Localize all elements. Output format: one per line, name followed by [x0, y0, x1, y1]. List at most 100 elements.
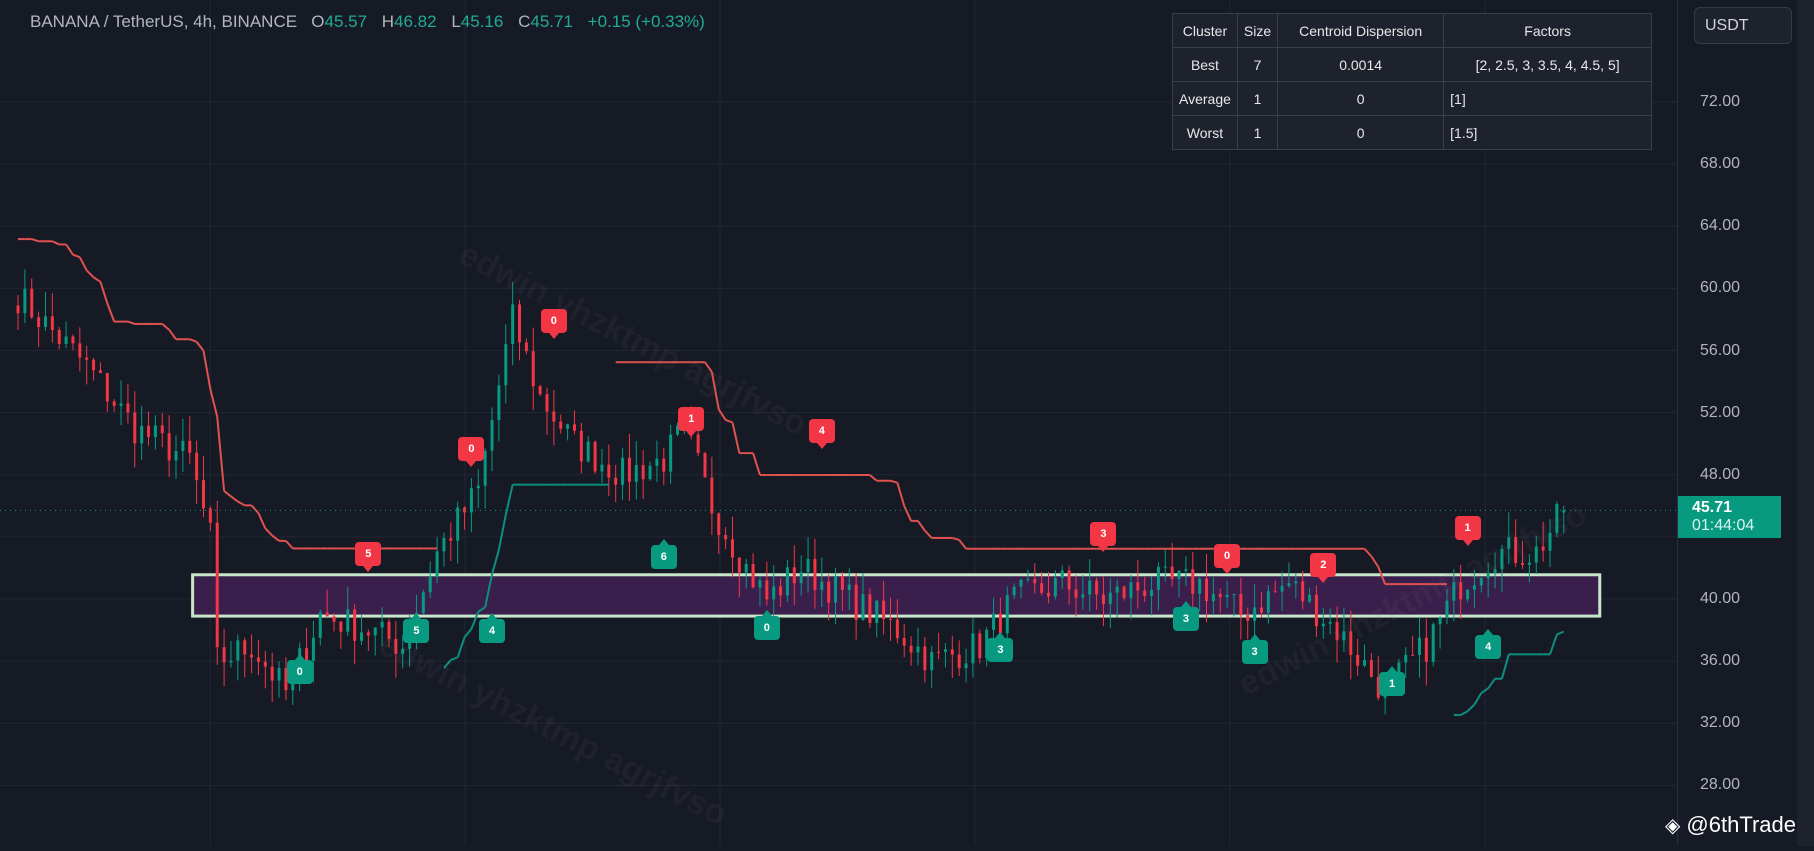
- candle-body: [44, 316, 47, 327]
- cluster-table: Cluster Size Centroid Dispersion Factors…: [1172, 13, 1652, 150]
- candle-body: [607, 465, 610, 478]
- candle-body: [566, 424, 569, 428]
- supertrend-bear-line: [224, 491, 231, 496]
- candle-body: [449, 538, 452, 541]
- candle-body: [992, 614, 995, 630]
- candle-body: [573, 424, 576, 430]
- candle-body: [1198, 579, 1201, 594]
- candle-body: [1129, 582, 1132, 598]
- currency-button[interactable]: USDT: [1694, 7, 1792, 44]
- candle-body: [497, 385, 500, 420]
- price-tick: 64.00: [1700, 217, 1740, 235]
- candle-body: [1281, 586, 1284, 592]
- price-tick: 52.00: [1700, 404, 1740, 422]
- candle-body: [793, 567, 796, 583]
- buy-signal-label: 4: [1475, 635, 1501, 659]
- candle-body: [1294, 581, 1297, 583]
- supertrend-bear-line: [959, 540, 966, 549]
- cell: [1]: [1444, 82, 1652, 116]
- candle-body: [786, 567, 789, 595]
- supertrend-bear-line: [73, 255, 80, 258]
- candle-body: [133, 413, 136, 444]
- candle-body: [65, 336, 68, 343]
- candle-body: [353, 609, 356, 640]
- candle-body: [1143, 591, 1146, 596]
- candle-body: [971, 633, 974, 663]
- supertrend-bear-line: [252, 505, 259, 513]
- supertrend-bear-line: [1371, 556, 1378, 567]
- supertrend-bull-line: [1557, 632, 1564, 635]
- candle-body: [1026, 579, 1029, 580]
- candle-body: [525, 342, 528, 351]
- candle-body: [1287, 583, 1290, 586]
- candle-body: [965, 663, 968, 668]
- candle-body: [1157, 567, 1160, 590]
- candle-body: [181, 441, 184, 451]
- supertrend-bull-line: [1468, 705, 1475, 712]
- candle-body: [1432, 624, 1435, 662]
- candle-body: [1068, 570, 1071, 589]
- candle-body: [1020, 580, 1023, 587]
- price-tick: 28.00: [1700, 776, 1740, 794]
- symbol-legend[interactable]: BANANA / TetherUS, 4h, BINANCE O45.57 H4…: [30, 12, 715, 32]
- candle-body: [587, 442, 590, 462]
- candle-body: [1088, 581, 1091, 595]
- col-size: Size: [1237, 14, 1277, 48]
- supertrend-bear-line: [238, 502, 245, 506]
- candle-body: [704, 453, 707, 477]
- candle-body: [470, 488, 473, 512]
- candle-body: [710, 477, 713, 513]
- supertrend-bear-line: [128, 322, 135, 324]
- candle-body: [848, 585, 851, 590]
- candle-body: [882, 601, 885, 619]
- candle-body: [758, 580, 761, 587]
- candle-body: [820, 582, 823, 590]
- cell: [2, 2.5, 3, 3.5, 4, 4.5, 5]: [1444, 48, 1652, 82]
- brand-badge: ◈@6thTrade: [1665, 812, 1796, 838]
- candle-body: [1074, 590, 1077, 598]
- candle-body: [1411, 655, 1414, 656]
- candle-body: [1171, 567, 1174, 579]
- candle-body: [642, 465, 645, 479]
- supertrend-bull-line: [506, 485, 513, 515]
- candle-body: [1123, 587, 1126, 598]
- candle-body: [195, 453, 198, 480]
- candle-body: [106, 373, 109, 402]
- sell-signal-label: 3: [1090, 522, 1116, 546]
- candle-body: [841, 576, 844, 590]
- buy-signal-label: 3: [1242, 640, 1268, 664]
- candle-body: [800, 572, 803, 583]
- candle-body: [532, 351, 535, 386]
- supertrend-bear-line: [100, 282, 107, 303]
- cell: Worst: [1173, 116, 1238, 150]
- price-tick: 60.00: [1700, 279, 1740, 297]
- cell: 1: [1237, 82, 1277, 116]
- candle-body: [360, 632, 363, 640]
- candle-body: [202, 480, 205, 508]
- col-factors: Factors: [1444, 14, 1652, 48]
- candle-body: [1095, 581, 1098, 595]
- supertrend-bear-line: [203, 351, 210, 389]
- candle-body: [944, 649, 947, 652]
- supertrend-bear-line: [32, 239, 39, 241]
- price-tick: 40.00: [1700, 590, 1740, 608]
- candle-body: [1047, 593, 1050, 597]
- candle-body: [504, 344, 507, 385]
- candle-body: [594, 442, 597, 472]
- candle-body: [37, 317, 40, 327]
- candle-body: [772, 586, 775, 599]
- supertrend-bull-line: [492, 550, 499, 575]
- candle-body: [580, 431, 583, 462]
- buy-signal-label: 6: [651, 545, 677, 569]
- low-label: L: [451, 12, 460, 31]
- candle-body: [1184, 569, 1187, 571]
- candle-body: [1033, 579, 1036, 583]
- supertrend-bull-line: [465, 629, 472, 637]
- supertrend-bull-line: [1550, 635, 1557, 655]
- price-axis[interactable]: USDT 72.0068.0064.0060.0056.0052.0048.00…: [1677, 0, 1797, 846]
- table-row: Best70.0014[2, 2.5, 3, 3.5, 4, 4.5, 5]: [1173, 48, 1652, 82]
- chart-plot-area[interactable]: edwin yhzktmp agrjfvso edwin yhzktmp agr…: [0, 0, 1677, 846]
- change-value: +0.15 (+0.33%): [588, 12, 705, 31]
- candle-body: [1260, 607, 1263, 612]
- cell: 7: [1237, 48, 1277, 82]
